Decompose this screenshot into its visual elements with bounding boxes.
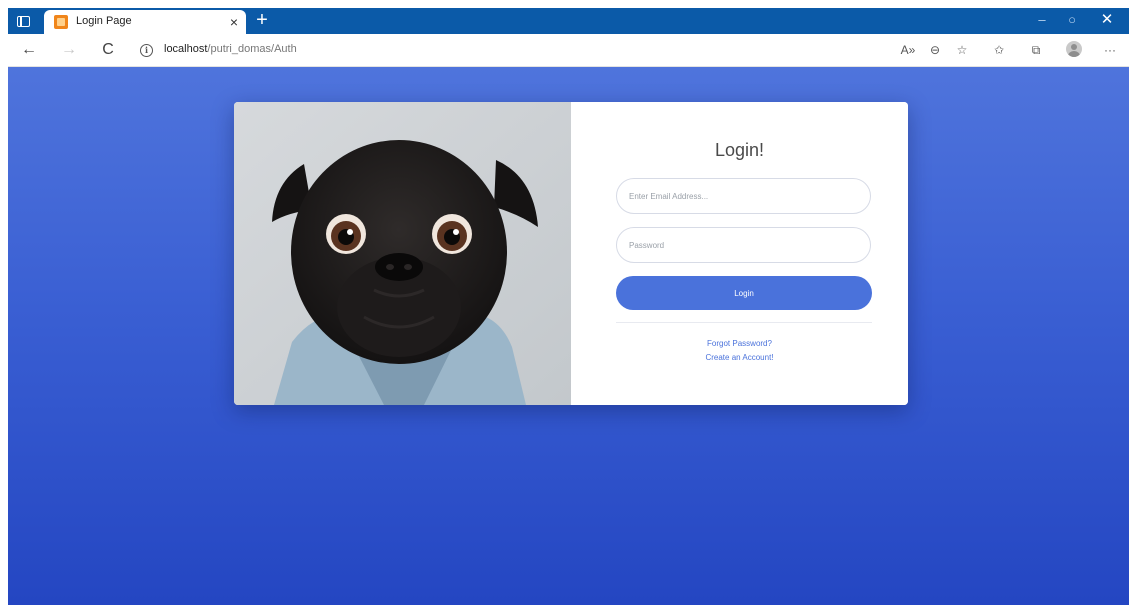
maximize-button[interactable]: ○ [1057,9,1087,31]
address-bar[interactable]: localhost/putri_domas/Auth [164,43,297,55]
tab-actions-icon[interactable] [14,12,32,30]
login-button[interactable]: Login [616,276,872,310]
form-divider [616,322,872,323]
back-arrow-icon[interactable]: ← [18,39,40,61]
browser-window: Login Page × + – ○ ✕ ← → C i localhost/p… [8,8,1129,605]
password-input[interactable] [616,227,871,263]
forgot-password-link[interactable]: Forgot Password? [571,339,908,348]
close-window-button[interactable]: ✕ [1092,9,1122,31]
tab-favicon-icon [54,15,68,29]
more-menu-icon[interactable]: ··· [1100,40,1120,60]
address-toolbar: ← → C i localhost/putri_domas/Auth A» ⊖ … [8,34,1129,67]
tab-close-icon[interactable]: × [230,13,238,31]
favorites-icon[interactable]: ✩ [989,40,1009,60]
add-favorite-icon[interactable]: ☆ [952,40,972,60]
email-input[interactable] [616,178,871,214]
url-path: /putri_domas/Auth [207,43,297,55]
reload-icon[interactable]: C [97,39,119,61]
create-account-link[interactable]: Create an Account! [571,353,908,362]
collections-icon[interactable]: ⧉ [1026,40,1046,60]
read-aloud-icon[interactable]: A» [898,40,918,60]
login-card: Login! Login Forgot Password? Create an … [234,102,908,405]
forward-arrow-icon[interactable]: → [58,39,80,61]
zoom-icon[interactable]: ⊖ [925,40,945,60]
pug-illustration [234,102,571,405]
profile-avatar-icon[interactable] [1066,41,1082,57]
browser-titlebar: Login Page × + – ○ ✕ [8,8,1129,34]
site-info-icon[interactable]: i [140,44,153,57]
login-title: Login! [714,140,765,160]
tab-login-page[interactable]: Login Page × [44,10,246,34]
minimize-button[interactable]: – [1027,9,1057,31]
page-viewport: Login! Login Forgot Password? Create an … [8,67,1129,605]
tab-title: Login Page [76,15,132,27]
pug-photo [234,102,571,405]
login-form: Login! Login Forgot Password? Create an … [571,102,908,405]
url-host: localhost [164,43,208,55]
new-tab-button[interactable]: + [252,9,272,31]
